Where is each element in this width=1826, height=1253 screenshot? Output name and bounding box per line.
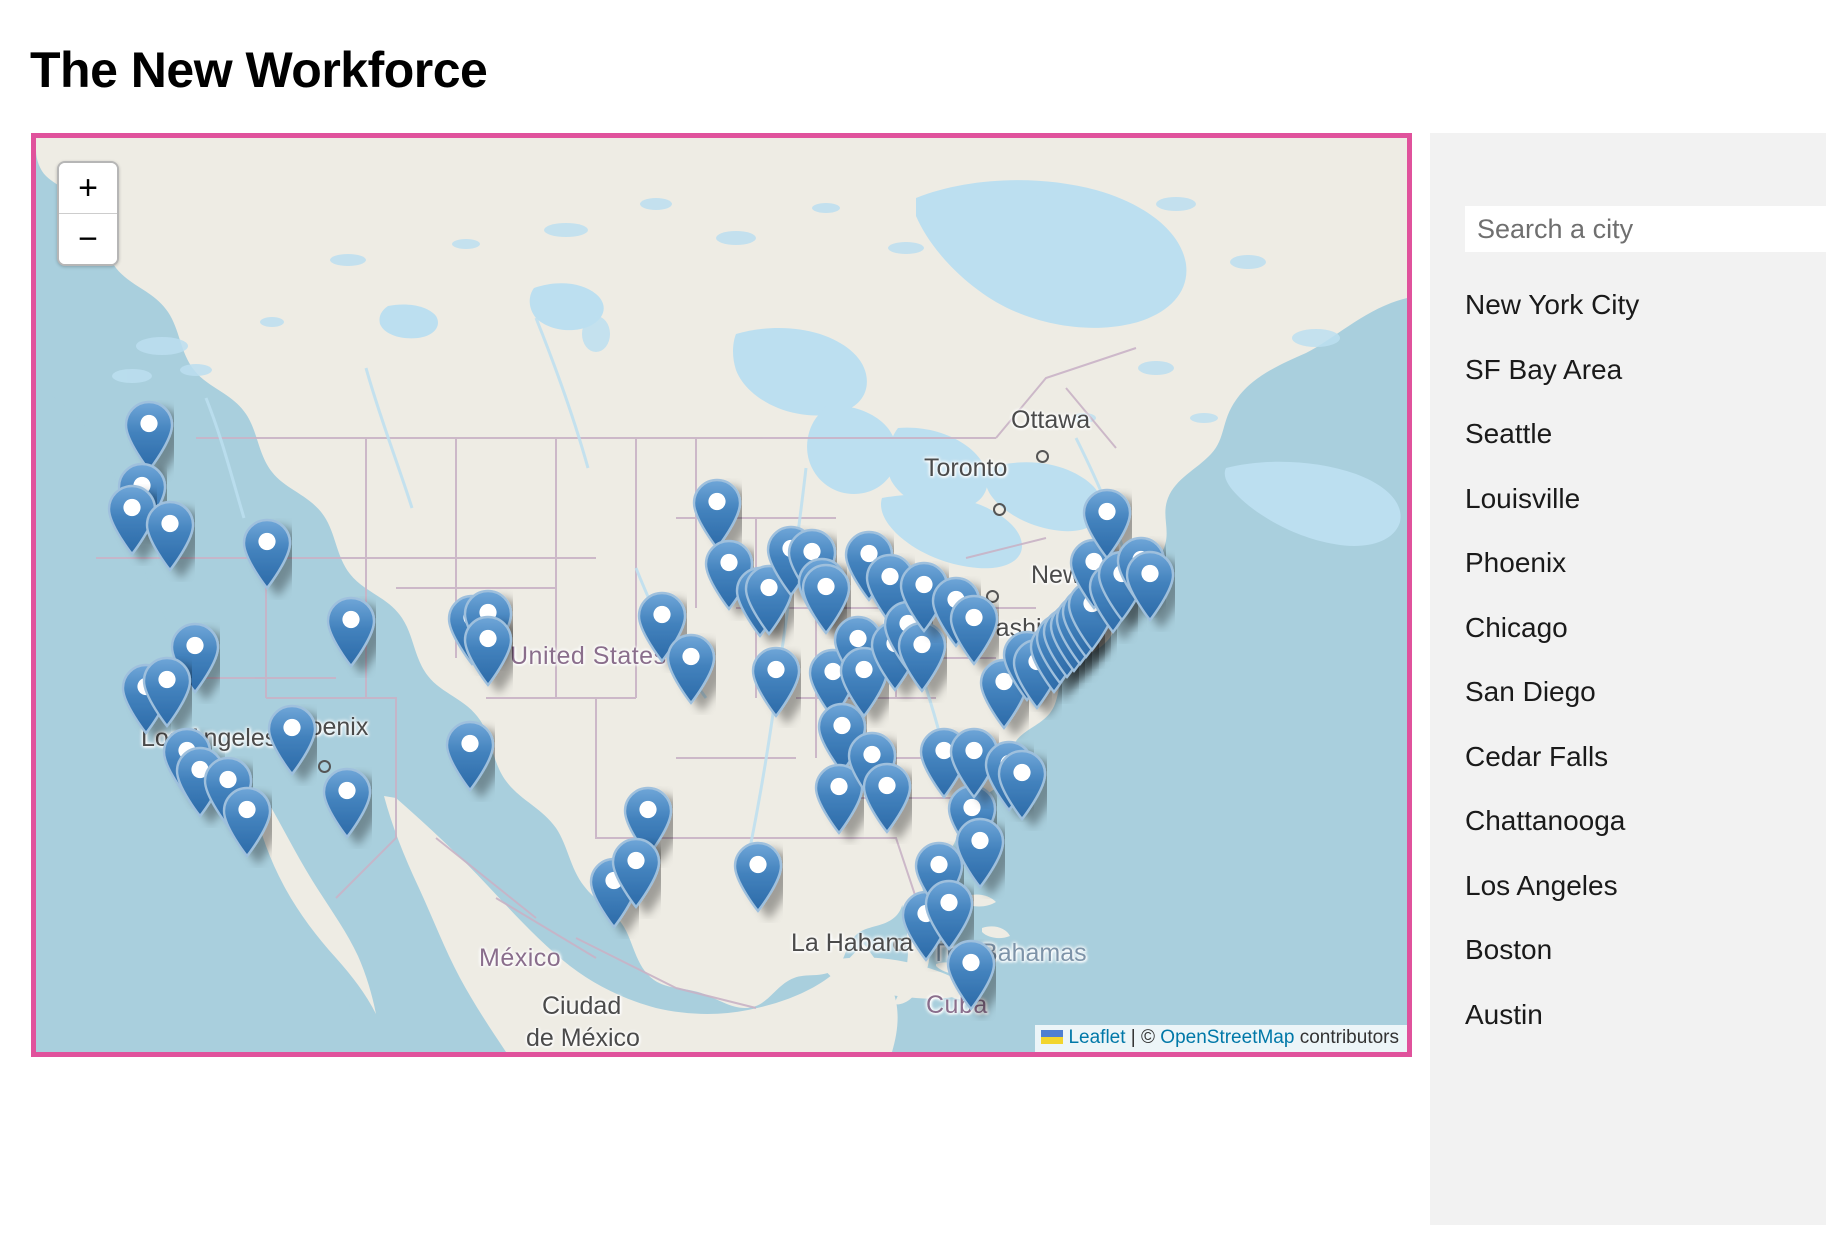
page-title: The New Workforce: [30, 41, 488, 98]
openstreetmap-link[interactable]: OpenStreetMap: [1160, 1027, 1294, 1048]
map-attribution: Leaflet | © OpenStreetMap contributors: [1035, 1025, 1407, 1052]
map-city-dot-ottawa: [1036, 450, 1049, 463]
map-marker[interactable]: [733, 841, 783, 923]
search-wrapper: [1465, 206, 1826, 252]
map-marker[interactable]: [267, 704, 317, 786]
map-marker[interactable]: [322, 767, 372, 849]
city-list-item[interactable]: New York City: [1465, 273, 1826, 338]
city-list-item[interactable]: Chattanooga: [1465, 789, 1826, 854]
copyright-symbol: ©: [1141, 1027, 1156, 1048]
city-list-item[interactable]: Austin: [1465, 983, 1826, 1048]
map-marker[interactable]: [222, 786, 272, 868]
content-row: Ottawa Toronto New York Washington Unite…: [0, 133, 1826, 1253]
city-list-item[interactable]: Cedar Falls: [1465, 725, 1826, 790]
map-container[interactable]: Ottawa Toronto New York Washington Unite…: [31, 133, 1412, 1057]
map-marker[interactable]: [326, 596, 376, 678]
map-marker[interactable]: [142, 656, 192, 738]
map-marker[interactable]: [242, 518, 292, 600]
city-sidebar: New York CitySF Bay AreaSeattleLouisvill…: [1430, 133, 1826, 1225]
city-list-item[interactable]: Boston: [1465, 918, 1826, 983]
city-list-item[interactable]: SF Bay Area: [1465, 338, 1826, 403]
city-list-item[interactable]: Seattle: [1465, 402, 1826, 467]
city-list-item[interactable]: Phoenix: [1465, 531, 1826, 596]
map-marker[interactable]: [463, 615, 513, 697]
zoom-out-button[interactable]: −: [59, 214, 117, 264]
map-marker[interactable]: [1125, 550, 1175, 632]
zoom-in-button[interactable]: +: [59, 163, 117, 214]
city-list-item[interactable]: Chicago: [1465, 596, 1826, 661]
city-list-item[interactable]: Los Angeles: [1465, 854, 1826, 919]
map-marker[interactable]: [611, 837, 661, 919]
city-list[interactable]: New York City SF Bay Area Seattle Louisvill…: [1465, 273, 1826, 1047]
search-input[interactable]: [1465, 206, 1826, 252]
city-list-item[interactable]: San Diego: [1465, 660, 1826, 725]
attribution-separator: |: [1130, 1027, 1136, 1048]
map-marker[interactable]: [666, 633, 716, 715]
zoom-control[interactable]: + −: [57, 161, 119, 266]
attribution-contributors: contributors: [1299, 1027, 1399, 1048]
city-list-item[interactable]: Louisville: [1465, 467, 1826, 532]
map-marker[interactable]: [997, 749, 1047, 831]
map-marker[interactable]: [946, 939, 996, 1021]
map-marker[interactable]: [145, 500, 195, 582]
leaflet-link[interactable]: Leaflet: [1068, 1027, 1125, 1048]
map-city-dot-toronto: [993, 503, 1006, 516]
ukraine-flag-icon: [1041, 1030, 1064, 1044]
map-marker[interactable]: [862, 762, 912, 844]
map-marker[interactable]: [751, 646, 801, 728]
map-marker[interactable]: [445, 720, 495, 802]
